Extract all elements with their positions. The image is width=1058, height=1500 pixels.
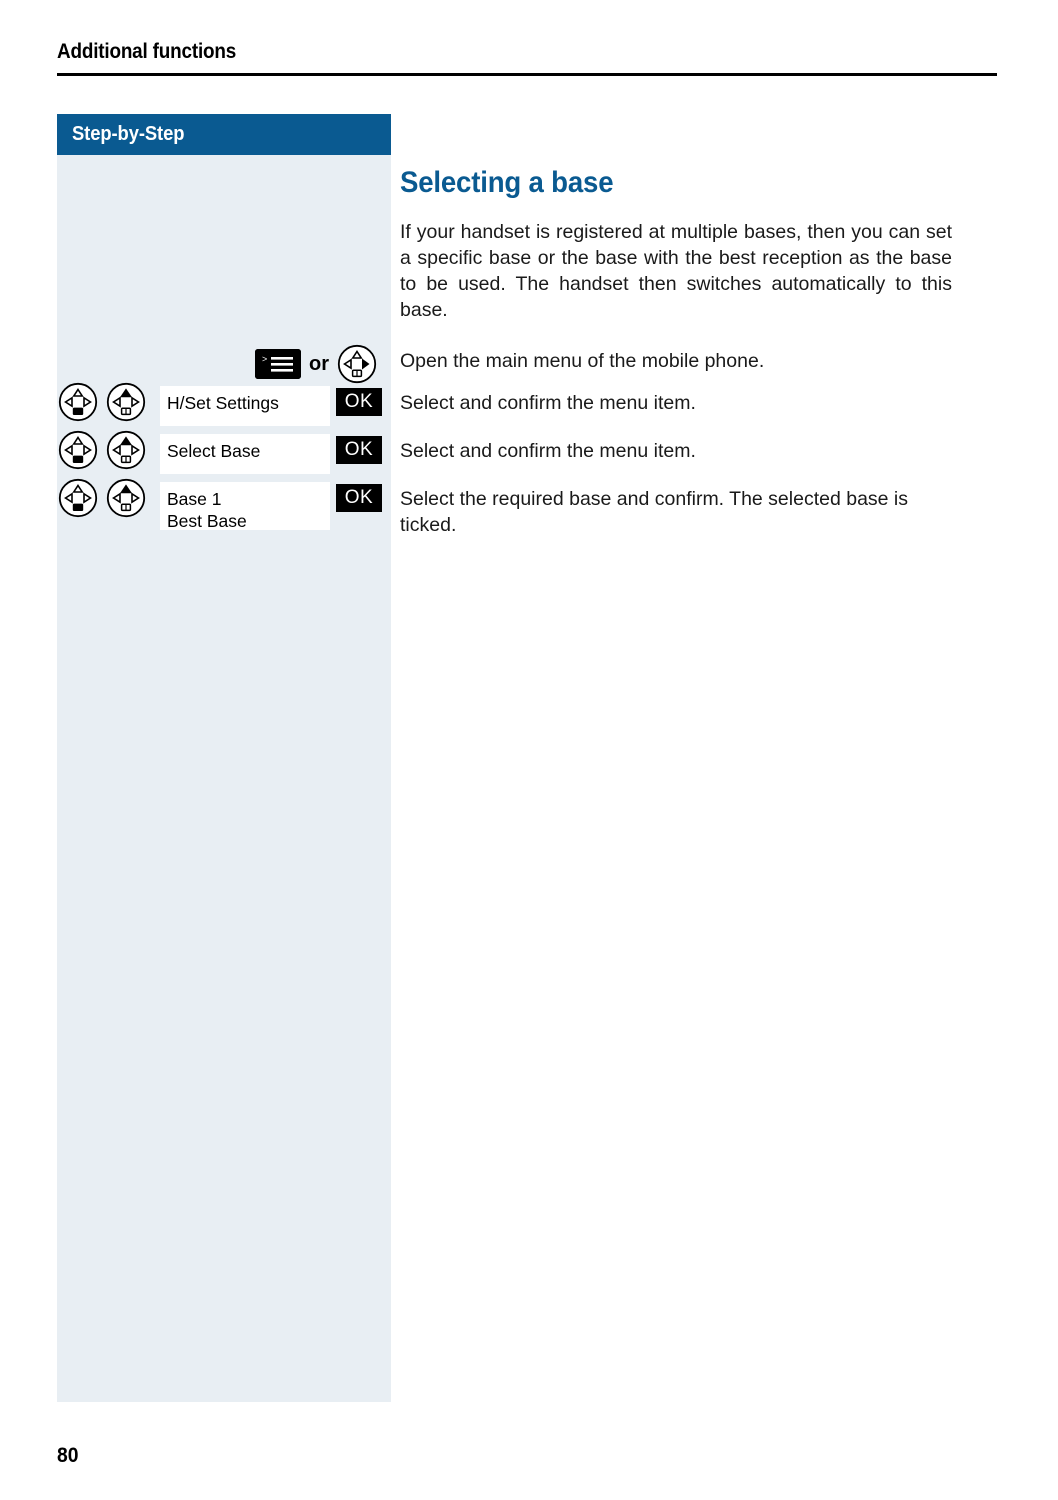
step-by-step-header-bar: Step-by-Step xyxy=(57,114,391,155)
page-header: Additional functions xyxy=(57,40,997,76)
handset-display-3: Base 1 Best Base xyxy=(160,482,330,531)
nav-key-up-icon[interactable] xyxy=(106,478,146,518)
or-label: or xyxy=(309,353,329,375)
nav-key-right-icon[interactable] xyxy=(337,344,377,384)
step-row-4: Base 1 Best Base OK Select the required … xyxy=(0,478,1058,536)
step-row-1: > or Open the main menu of the mobile ph… xyxy=(0,340,1058,384)
step-row-3: Select Base OK Select and confirm the me… xyxy=(0,430,1058,478)
handset-display-1: H/Set Settings xyxy=(160,386,330,426)
display-line: Select Base xyxy=(167,441,261,461)
handset-display-2: Select Base xyxy=(160,434,330,474)
step-2-keys xyxy=(58,382,146,422)
step-2-description: Select and confirm the menu item. xyxy=(400,392,696,414)
content-column: Selecting a base If your handset is regi… xyxy=(400,114,1000,323)
ok-button-1[interactable]: OK xyxy=(336,388,382,416)
step-4-description: Select the required base and confirm. Th… xyxy=(400,488,909,536)
step-4-keys xyxy=(58,478,146,518)
step-by-step-sidebar: Step-by-Step xyxy=(57,114,391,1402)
menu-key-icon[interactable]: > xyxy=(255,349,301,379)
step-by-step-label: Step-by-Step xyxy=(72,123,185,145)
step-3-description: Select and confirm the menu item. xyxy=(400,440,696,462)
running-head-title: Additional functions xyxy=(57,40,237,63)
nav-key-down-icon[interactable] xyxy=(58,430,98,470)
step-1-keys: > or xyxy=(255,344,377,384)
ok-button-3[interactable]: OK xyxy=(336,484,382,512)
header-divider-rule xyxy=(57,73,997,76)
intro-paragraph: If your handset is registered at multipl… xyxy=(400,221,952,321)
svg-text:>: > xyxy=(262,354,267,364)
ok-button-2[interactable]: OK xyxy=(336,436,382,464)
step-1-description: Open the main menu of the mobile phone. xyxy=(400,350,765,372)
nav-key-down-icon[interactable] xyxy=(58,382,98,422)
step-3-keys xyxy=(58,430,146,470)
display-line: Best Base xyxy=(167,511,247,531)
nav-key-up-icon[interactable] xyxy=(106,430,146,470)
page-title: Selecting a base xyxy=(400,166,614,199)
nav-key-down-icon[interactable] xyxy=(58,478,98,518)
page-number: 80 xyxy=(57,1444,79,1467)
step-row-2: H/Set Settings OK Select and confirm the… xyxy=(0,382,1058,430)
display-line: H/Set Settings xyxy=(167,393,279,413)
display-line: Base 1 xyxy=(167,489,222,509)
nav-key-up-icon[interactable] xyxy=(106,382,146,422)
